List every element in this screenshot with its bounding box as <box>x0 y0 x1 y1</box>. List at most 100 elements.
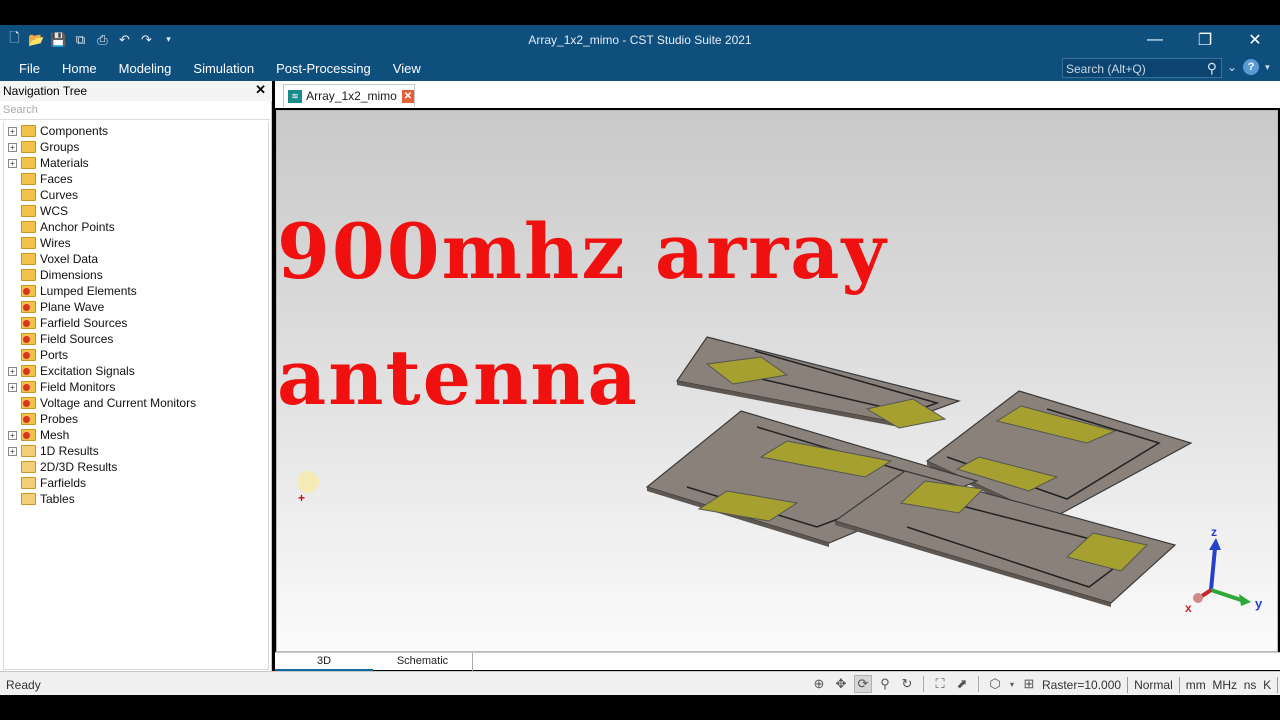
status-text: Ready <box>6 678 41 692</box>
tree-item[interactable]: Probes <box>8 411 78 427</box>
fit-view-icon[interactable]: ⛶ <box>931 675 949 693</box>
folder-icon <box>21 221 36 233</box>
tree-item[interactable]: 2D/3D Results <box>8 459 117 475</box>
folder-icon <box>21 269 36 281</box>
folder-icon <box>21 317 36 329</box>
tree-item[interactable]: Wires <box>8 235 71 251</box>
navigation-tree-header: Navigation Tree ✕ <box>0 81 272 101</box>
close-button[interactable]: ✕ <box>1230 25 1280 55</box>
tree-item[interactable]: + Materials <box>8 155 89 171</box>
tree-item-label: Tables <box>40 492 75 506</box>
search-input[interactable]: Search (Alt+Q) ⚲ <box>1062 58 1222 78</box>
tree-item[interactable]: Plane Wave <box>8 299 104 315</box>
3d-viewport[interactable]: 900mhz array antenna + z y x <box>276 110 1278 652</box>
tree-item[interactable]: WCS <box>8 203 68 219</box>
tree-item[interactable]: Curves <box>8 187 78 203</box>
tree-item[interactable]: Ports <box>8 347 68 363</box>
view-cube-icon[interactable]: ⬡ <box>986 675 1004 693</box>
tree-item[interactable]: +1D Results <box>8 443 99 459</box>
video-overlay-title: 900mhz array antenna <box>277 189 888 441</box>
menu-simulation[interactable]: Simulation <box>182 61 265 76</box>
tree-item-label: Anchor Points <box>40 220 115 234</box>
save-all-icon[interactable]: ⧉ <box>72 31 89 48</box>
tab-3d[interactable]: 3D <box>275 653 373 671</box>
tab-close-icon[interactable]: ✕ <box>401 89 414 103</box>
window-controls: — ❐ ✕ <box>1130 25 1280 55</box>
overlay-line-2: antenna <box>277 333 639 422</box>
customize-icon[interactable]: ▾ <box>160 31 177 48</box>
folder-icon <box>21 445 36 457</box>
raster-value[interactable]: Raster=10.000 <box>1036 678 1127 692</box>
close-icon[interactable]: ✕ <box>255 82 266 98</box>
tree-item[interactable]: Voltage and Current Monitors <box>8 395 196 411</box>
expand-icon[interactable]: + <box>8 430 17 440</box>
select-icon[interactable]: ⬈ <box>953 675 971 693</box>
tree-item[interactable]: + Field Monitors <box>8 379 115 395</box>
tree-item-label: Mesh <box>40 428 70 442</box>
view-cube-dropdown-icon[interactable]: ▾ <box>1008 675 1016 693</box>
save-icon[interactable]: 💾 <box>50 31 67 48</box>
tree-item[interactable]: Dimensions <box>8 267 103 283</box>
tree-item[interactable]: + Mesh <box>8 427 69 443</box>
tab-schematic[interactable]: Schematic <box>373 653 473 671</box>
restore-button[interactable]: ❐ <box>1180 25 1230 55</box>
tree-item[interactable]: Field Sources <box>8 331 113 347</box>
y-axis-label: y <box>1255 596 1263 611</box>
search-placeholder: Search (Alt+Q) <box>1066 62 1146 76</box>
help-icon[interactable]: ? <box>1243 59 1260 75</box>
spin-icon[interactable]: ↻ <box>898 675 916 693</box>
separator <box>923 676 924 692</box>
tree-item[interactable]: Tables <box>8 491 75 507</box>
tree-item-label: Materials <box>40 156 89 170</box>
redo-icon[interactable]: ↷ <box>138 31 155 48</box>
help-dropdown-icon[interactable]: ▾ <box>1265 62 1270 73</box>
zoom-region-icon[interactable]: ⊕ <box>810 675 828 693</box>
tree-search-input[interactable]: Search <box>0 102 270 120</box>
expand-icon[interactable]: + <box>8 446 17 456</box>
tree-item[interactable]: Voxel Data <box>8 251 98 267</box>
separator <box>1277 677 1279 693</box>
expand-icon[interactable]: + <box>8 142 17 152</box>
menu-home[interactable]: Home <box>51 61 108 76</box>
tree-item[interactable]: + Groups <box>8 139 79 155</box>
z-axis-head <box>1209 538 1221 550</box>
pan-icon[interactable]: ✥ <box>832 675 850 693</box>
zoom-icon[interactable]: ⚲ <box>876 675 894 693</box>
rotate-icon[interactable]: ⟳ <box>854 675 872 693</box>
navigation-tree-title: Navigation Tree <box>3 84 88 98</box>
tab-array-1x2-mimo[interactable]: ≋ Array_1x2_mimo ✕ <box>283 84 415 107</box>
tree-item[interactable]: Farfield Sources <box>8 315 127 331</box>
menu-view[interactable]: View <box>382 61 432 76</box>
tree-item[interactable]: Farfields <box>8 475 86 491</box>
folder-icon <box>21 173 36 185</box>
open-folder-icon[interactable]: 📂 <box>28 31 45 48</box>
tree-item-label: Voltage and Current Monitors <box>40 396 197 410</box>
letterbox-top <box>0 0 1280 25</box>
mode-value[interactable]: Normal <box>1128 678 1179 692</box>
tree-item[interactable]: Lumped Elements <box>8 283 137 299</box>
cursor-highlight <box>297 471 319 493</box>
tree-item-label: Curves <box>40 188 79 202</box>
search-icon[interactable]: ⚲ <box>1207 60 1217 77</box>
menu-file[interactable]: File <box>8 61 51 76</box>
expand-icon[interactable]: + <box>8 158 17 168</box>
menu-post-processing[interactable]: Post-Processing <box>265 61 382 76</box>
minimize-button[interactable]: — <box>1130 25 1180 55</box>
expand-icon[interactable]: + <box>8 366 17 376</box>
tree-item[interactable]: + Components <box>8 123 108 139</box>
print-icon[interactable]: ⎙ <box>94 31 111 48</box>
menu-modeling[interactable]: Modeling <box>108 61 183 76</box>
units-value[interactable]: mm MHz ns K <box>1180 678 1277 692</box>
folder-icon <box>21 189 36 201</box>
expand-icon[interactable]: + <box>8 382 17 392</box>
tree-item[interactable]: Faces <box>8 171 73 187</box>
new-file-icon[interactable]: 🗋 <box>6 30 23 48</box>
tree-item-label: Voxel Data <box>40 252 99 266</box>
ribbon-collapse-icon[interactable]: ⌄ <box>1227 60 1237 74</box>
expand-icon[interactable]: + <box>8 126 17 136</box>
tree-item[interactable]: + Excitation Signals <box>8 363 135 379</box>
tree-item[interactable]: Anchor Points <box>8 219 115 235</box>
folder-icon <box>21 413 36 425</box>
undo-icon[interactable]: ↶ <box>116 31 133 48</box>
tree-item-label: Field Monitors <box>40 380 116 394</box>
